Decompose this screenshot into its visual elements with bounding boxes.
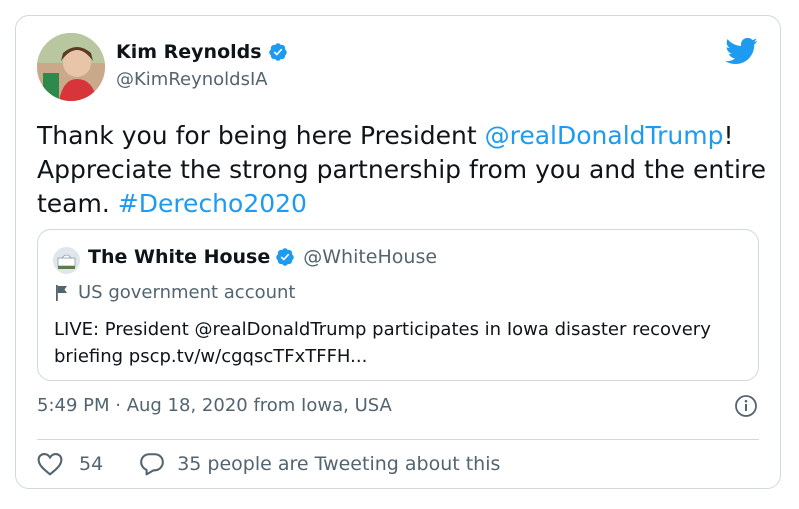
tweet-card[interactable]: Kim Reynolds @KimReynoldsIA Thank you fo… [15, 15, 781, 489]
people-tweeting-text[interactable]: 35 people are Tweeting about this [177, 453, 500, 475]
tweet-text-before: Thank you for being here President [37, 121, 485, 150]
quote-author-handle[interactable]: @WhiteHouse [303, 246, 437, 268]
verified-icon [275, 247, 295, 267]
author-name[interactable]: Kim Reynolds [116, 41, 262, 63]
quoted-tweet[interactable]: The White House @WhiteHouse US governmen… [37, 229, 759, 381]
tweet-timestamp[interactable]: 5:49 PM · Aug 18, 2020 from Iowa, USA [37, 395, 392, 416]
quote-avatar[interactable] [53, 247, 80, 274]
government-label-text: US government account [78, 282, 296, 303]
like-count[interactable]: 54 [79, 453, 103, 475]
author-name-row: Kim Reynolds [116, 41, 288, 63]
reply-bubble-icon[interactable] [139, 452, 165, 476]
flag-icon [54, 284, 70, 302]
author-handle[interactable]: @KimReynoldsIA [116, 69, 268, 90]
author-avatar[interactable] [37, 33, 105, 101]
quote-name-row: The White House @WhiteHouse [88, 246, 437, 268]
hashtag-link[interactable]: #Derecho2020 [118, 189, 307, 218]
divider [37, 439, 759, 440]
quote-author-name[interactable]: The White House [88, 246, 270, 268]
verified-icon [268, 42, 288, 62]
info-icon[interactable] [734, 394, 758, 418]
twitter-bird-icon[interactable] [724, 36, 758, 66]
quote-text: LIVE: President @realDonaldTrump partici… [54, 319, 711, 367]
heart-icon[interactable] [37, 452, 63, 476]
mention-link[interactable]: @realDonaldTrump [485, 121, 724, 150]
action-bar: 54 35 people are Tweeting about this [37, 452, 500, 476]
tweet-text: Thank you for being here President @real… [37, 119, 767, 221]
government-label[interactable]: US government account [54, 282, 296, 303]
